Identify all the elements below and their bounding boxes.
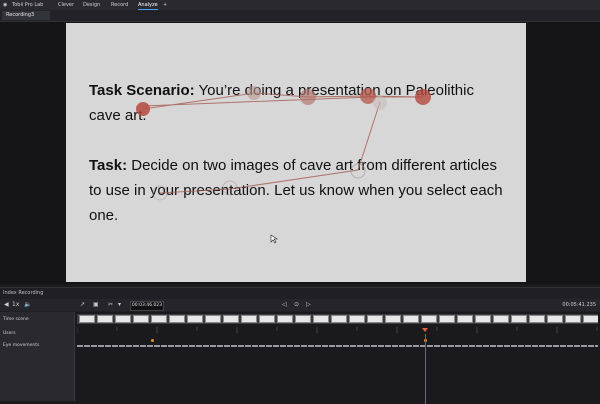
scene-thumbnail[interactable] [223,315,239,323]
scene-thumbnail[interactable] [295,315,311,323]
scene-thumbnail[interactable] [331,315,347,323]
scene-thumbnail[interactable] [259,315,275,323]
time-ruler[interactable] [77,327,598,333]
tab-bar: Recording3 [0,10,600,22]
tab-recording[interactable]: Recording3 [2,11,50,20]
scene-thumbnail[interactable] [349,315,365,323]
add-tab-icon[interactable]: + [163,0,167,10]
row-users: Users [3,331,16,336]
scene-thumbnail[interactable] [529,315,545,323]
scene-thumbnail[interactable] [583,315,598,323]
fixation-point [415,89,431,105]
menu-analyze[interactable]: Analyze [138,0,158,10]
timeline-tracks[interactable] [75,312,600,404]
fixation-point [373,96,387,110]
eye-movement-track[interactable] [77,345,598,347]
snapshot-icon[interactable]: ▣ [93,301,99,308]
scene-thumbnail[interactable] [151,315,167,323]
scene-thumbnails[interactable] [77,314,598,324]
total-duration: 00:05:41.235 [562,302,596,308]
row-time-scene: Time scene [3,317,29,322]
scene-thumbnail[interactable] [313,315,329,323]
scene-thumbnail[interactable] [385,315,401,323]
playhead-handle[interactable] [422,328,428,332]
scene-thumbnail[interactable] [367,315,383,323]
app-logo-icon: ◉ [3,2,8,8]
scene-thumbnail[interactable] [457,315,473,323]
timeline-toolbar: ◀ 1x 🔈 ↗ ▣ ✂ ▾ 00:03:46.023 ◁ ⊙ ▷ 00:05:… [0,299,600,311]
scene-thumbnail[interactable] [115,315,131,323]
scene-thumbnail[interactable] [277,315,293,323]
scene-thumbnail[interactable] [79,315,95,323]
fixation-point [247,86,261,100]
speaker-icon[interactable]: 🔈 [24,301,31,308]
panel-title: Index Recording [3,290,44,296]
stimulus-viewer: Task Scenario: You’re doing a presentati… [0,22,600,284]
speed-label: 1x [12,301,20,308]
menu-record[interactable]: Record [111,0,128,10]
menu-clever[interactable]: Clever [58,0,74,10]
scene-thumbnail[interactable] [439,315,455,323]
speed-icon[interactable]: ◀ [4,301,9,308]
row-eye-movements: Eye movements [3,343,40,348]
fixation-point [300,89,316,105]
scene-thumbnail[interactable] [547,315,563,323]
scissors-icon[interactable]: ✂ [108,301,113,308]
playhead[interactable] [425,334,426,404]
event-marker[interactable] [151,339,154,342]
play-icon[interactable]: ⊙ [294,301,299,308]
gaze-overlay [136,86,431,244]
scene-thumbnail[interactable] [565,315,581,323]
scene-thumbnail[interactable] [511,315,527,323]
scene-thumbnail[interactable] [205,315,221,323]
scene-thumbnail[interactable] [169,315,185,323]
cursor-icon [270,234,278,244]
next-icon[interactable]: ▷ [306,301,311,308]
fixation-point [136,102,150,116]
scene-thumbnail[interactable] [493,315,509,323]
title-bar: ◉ Tobii Pro Lab Clever Design Record Ana… [0,0,600,10]
export-icon[interactable]: ↗ [80,301,85,308]
app-title: Tobii Pro Lab [12,2,44,8]
timecode-display[interactable]: 00:03:46.023 [130,301,164,311]
scene-thumbnail[interactable] [403,315,419,323]
scene-thumbnail[interactable] [241,315,257,323]
previous-icon[interactable]: ◁ [282,301,287,308]
scene-thumbnail[interactable] [187,315,203,323]
scene-thumbnail[interactable] [475,315,491,323]
timeline-panel: Index Recording ◀ 1x 🔈 ↗ ▣ ✂ ▾ 00:03:46.… [0,287,600,404]
track-labels: Time scene Users Eye movements [0,312,75,401]
scene-thumbnail[interactable] [133,315,149,323]
menu-design[interactable]: Design [83,0,100,10]
scanpath-line-2 [159,101,381,194]
scene-thumbnail[interactable] [421,315,437,323]
scene-thumbnail[interactable] [97,315,113,323]
marker-icon[interactable]: ▾ [118,301,121,308]
